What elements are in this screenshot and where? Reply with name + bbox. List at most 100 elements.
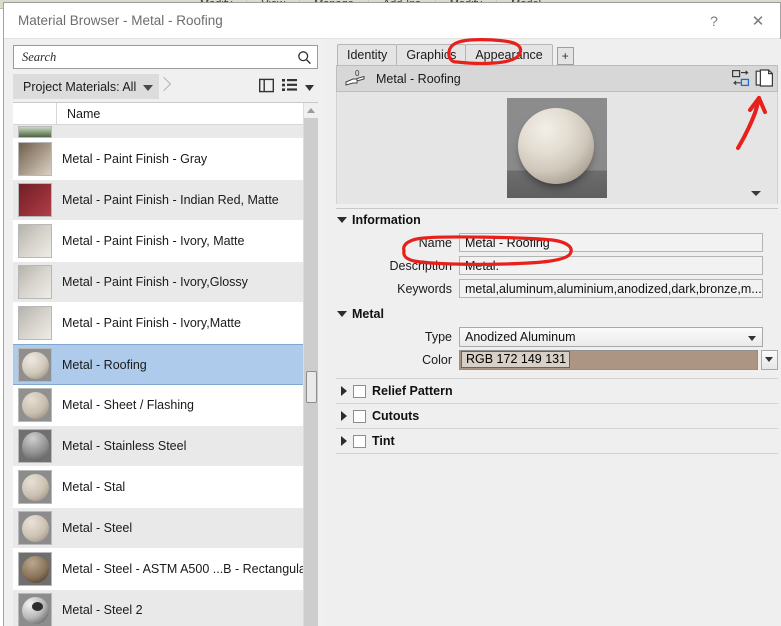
metal-section-header[interactable]: Metal — [326, 303, 781, 324]
list-item-label: Metal - Paint Finish - Indian Red, Matte — [62, 193, 279, 207]
editor-tabs: Identity Graphics Appearance + — [326, 39, 781, 65]
cutouts-section[interactable]: Cutouts — [326, 404, 781, 428]
tab-appearance[interactable]: Appearance — [465, 44, 553, 65]
search-input[interactable] — [14, 48, 291, 66]
duplicate-asset-icon[interactable] — [753, 67, 777, 91]
material-thumbnail — [18, 224, 52, 258]
information-section-header[interactable]: Information — [326, 209, 781, 230]
tab-graphics[interactable]: Graphics — [396, 44, 467, 65]
relief-pattern-section[interactable]: Relief Pattern — [326, 379, 781, 403]
view-options — [258, 78, 318, 96]
list-item[interactable]: Metal - Steel - ASTM A500 ...B - Rectang… — [13, 549, 303, 590]
material-preview[interactable] — [336, 92, 778, 204]
chevron-down-icon[interactable] — [747, 335, 756, 341]
chevron-up-icon — [307, 108, 315, 113]
material-thumbnail — [18, 429, 52, 463]
chevron-down-icon[interactable] — [305, 80, 314, 94]
list-item[interactable]: Metal - Steel 2 — [13, 590, 303, 626]
list-view-icon[interactable] — [282, 78, 297, 95]
material-list: Name Metal - Paint Finish - Gray Metal -… — [13, 102, 318, 626]
relief-pattern-checkbox[interactable] — [353, 384, 366, 398]
list-item-label: Metal - Roofing — [62, 357, 147, 372]
triangle-down-icon[interactable] — [337, 310, 347, 317]
list-scrollbar[interactable] — [303, 103, 318, 626]
scroll-up-button[interactable] — [304, 103, 318, 118]
scrollbar-thumb[interactable] — [306, 371, 317, 403]
information-section-title: Information — [352, 212, 421, 227]
filter-bar: Project Materials: All — [13, 74, 318, 99]
pointing-hand-icon: 0 — [344, 68, 372, 90]
triangle-down-icon[interactable] — [337, 216, 347, 223]
name-input[interactable]: Metal - Roofing — [459, 233, 763, 252]
list-item-label: Metal - Steel — [62, 521, 133, 535]
preview-sphere — [517, 108, 594, 184]
chevron-down-icon[interactable] — [143, 84, 154, 91]
list-item[interactable] — [13, 125, 303, 139]
project-materials-filter[interactable]: Project Materials: All — [13, 74, 160, 99]
color-dropdown-button[interactable] — [760, 349, 778, 370]
description-field-row: Description Metal. — [326, 255, 763, 276]
type-label: Type — [424, 329, 452, 344]
list-item[interactable]: Metal - Paint Finish - Gray — [13, 139, 303, 180]
list-item-label: Metal - Sheet / Flashing — [62, 398, 195, 412]
list-item[interactable]: Metal - Paint Finish - Ivory,Matte — [13, 303, 303, 344]
material-thumbnail — [18, 388, 52, 422]
help-button[interactable]: ? — [692, 3, 736, 39]
material-thumbnail — [18, 125, 52, 138]
replace-asset-icon[interactable] — [729, 67, 753, 91]
tint-section[interactable]: Tint — [326, 429, 781, 453]
search-icon[interactable] — [291, 50, 317, 65]
dialog-body: Project Materials: All — [4, 39, 781, 626]
name-label: Name — [418, 235, 452, 250]
list-item-label: Metal - Steel 2 — [62, 603, 143, 617]
material-thumbnail — [18, 265, 52, 299]
type-field-row: Type Anodized Aluminum — [326, 326, 763, 347]
material-thumbnail — [18, 306, 52, 340]
name-column-header: Name — [67, 106, 101, 121]
list-item[interactable]: Metal - Steel — [13, 508, 303, 549]
triangle-right-icon[interactable] — [341, 436, 347, 446]
relief-pattern-label: Relief Pattern — [372, 384, 453, 398]
material-thumbnail — [18, 511, 52, 545]
cutouts-checkbox[interactable] — [353, 409, 366, 423]
list-item-label: Metal - Steel - ASTM A500 ...B - Rectang… — [62, 562, 303, 576]
tint-checkbox[interactable] — [353, 434, 366, 448]
color-value: RGB 172 149 131 — [461, 351, 571, 368]
dialog-titlebar[interactable]: Material Browser - Metal - Roofing ? ✕ — [4, 3, 780, 39]
list-item-label: Metal - Stal — [62, 480, 126, 494]
triangle-right-icon[interactable] — [341, 411, 347, 421]
color-label: Color — [422, 352, 452, 367]
keywords-label: Keywords — [397, 281, 452, 296]
asset-title: Metal - Roofing — [376, 71, 461, 86]
panel-layout-icon[interactable] — [258, 78, 275, 96]
metal-section-title: Metal — [352, 306, 384, 321]
material-thumbnail — [18, 470, 52, 504]
search-bar[interactable] — [13, 45, 318, 69]
asset-usage-count: 0 — [355, 69, 360, 78]
close-button[interactable]: ✕ — [736, 3, 780, 39]
list-item[interactable]: Metal - Stainless Steel — [13, 426, 303, 467]
dialog-title: Material Browser - Metal - Roofing — [18, 13, 223, 28]
tab-identity[interactable]: Identity — [337, 44, 398, 65]
material-list-pane: Project Materials: All — [4, 39, 326, 626]
keywords-input[interactable]: metal,aluminum,aluminium,anodized,dark,b… — [459, 279, 763, 298]
list-item-selected[interactable]: Metal - Roofing — [13, 344, 303, 385]
triangle-right-icon[interactable] — [341, 386, 347, 396]
description-input[interactable]: Metal. — [459, 256, 763, 275]
color-swatch[interactable]: RGB 172 149 131 — [459, 349, 758, 370]
type-dropdown[interactable]: Anodized Aluminum — [459, 326, 763, 347]
thumbnail-column-header — [13, 103, 57, 125]
material-thumbnail — [18, 347, 52, 382]
list-item[interactable]: Metal - Paint Finish - Ivory, Matte — [13, 221, 303, 262]
list-item[interactable]: Metal - Paint Finish - Indian Red, Matte — [13, 180, 303, 221]
chevron-down-icon[interactable] — [750, 191, 761, 196]
list-item[interactable]: Metal - Paint Finish - Ivory,Glossy — [13, 262, 303, 303]
list-item[interactable]: Metal - Sheet / Flashing — [13, 385, 303, 426]
list-item[interactable]: Metal - Stal — [13, 467, 303, 508]
preview-swatch — [506, 98, 607, 198]
keywords-field-row: Keywords metal,aluminum,aluminium,anodiz… — [326, 278, 763, 299]
subsection-divider — [336, 453, 778, 454]
list-item-label: Metal - Paint Finish - Gray — [62, 152, 208, 166]
material-thumbnail — [18, 552, 52, 586]
add-tab-button[interactable]: + — [556, 47, 574, 65]
